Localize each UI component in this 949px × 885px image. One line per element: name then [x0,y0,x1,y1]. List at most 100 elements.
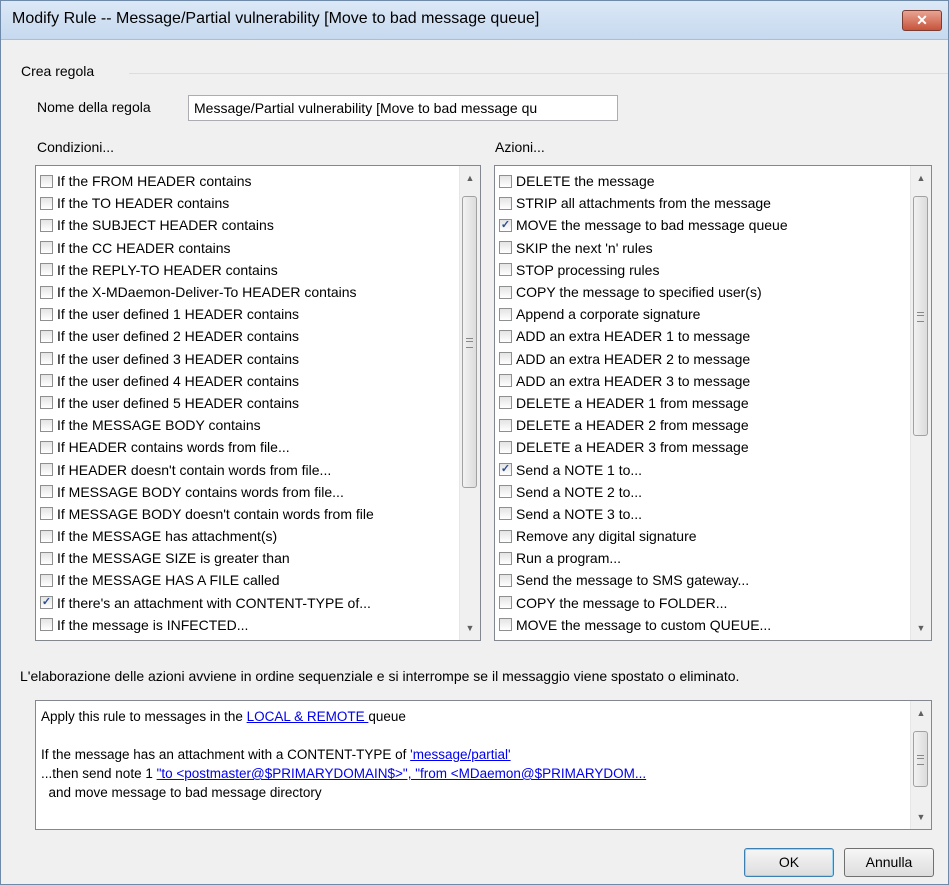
checkbox-icon[interactable] [40,307,53,321]
list-item[interactable]: DELETE a HEADER 3 from message [499,436,909,458]
list-item[interactable]: Send a NOTE 2 to... [499,481,909,503]
list-item[interactable]: ✓ If there's an attachment with CONTENT-T… [40,592,458,614]
list-item[interactable]: Append a corporate signature [499,303,909,325]
checkbox-icon[interactable] [499,551,512,565]
actions-scrollbar[interactable]: ▲ ▼ [910,166,931,640]
checkbox-icon[interactable] [40,618,53,632]
checkbox-icon[interactable] [40,573,53,587]
list-item[interactable]: If the TO HEADER contains [40,192,458,214]
checkbox-icon[interactable] [40,329,53,343]
list-item[interactable]: SKIP the next 'n' rules [499,237,909,259]
list-item[interactable]: DELETE a HEADER 1 from message [499,392,909,414]
scroll-up-icon[interactable]: ▲ [911,168,931,188]
list-item[interactable]: If the user defined 4 HEADER contains [40,370,458,392]
list-item[interactable]: STOP processing rules [499,259,909,281]
checkbox-icon[interactable] [499,618,512,632]
list-item[interactable]: If the user defined 1 HEADER contains [40,303,458,325]
list-item[interactable]: If the user defined 5 HEADER contains [40,392,458,414]
list-item[interactable]: If the CC HEADER contains [40,237,458,259]
list-item[interactable]: Send a NOTE 3 to... [499,503,909,525]
list-item[interactable]: DELETE a HEADER 2 from message [499,414,909,436]
checkbox-icon[interactable] [40,218,53,232]
list-item[interactable]: MOVE the message to custom QUEUE... [499,614,909,636]
scroll-down-icon[interactable]: ▼ [911,618,931,638]
list-item[interactable]: If the MESSAGE BODY contains [40,414,458,436]
scroll-thumb[interactable] [913,196,928,436]
checkbox-icon[interactable] [499,352,512,366]
checkbox-icon[interactable] [499,396,512,410]
content-type-link[interactable]: 'message/partial' [410,747,510,762]
rule-name-input[interactable] [188,95,618,121]
checkbox-checked-icon[interactable]: ✓ [499,463,512,477]
list-item[interactable]: ✓ Send a NOTE 1 to... [499,458,909,480]
actions-list[interactable]: DELETE the message STRIP all attachments … [494,165,932,641]
cancel-button[interactable]: Annulla [844,848,934,877]
list-item[interactable]: If MESSAGE BODY contains words from file… [40,481,458,503]
checkbox-icon[interactable] [499,596,512,610]
list-item[interactable]: ✓ MOVE the message to bad message queue [499,214,909,236]
scroll-thumb[interactable] [913,731,928,787]
checkbox-icon[interactable] [40,529,53,543]
list-item[interactable]: If the REPLY-TO HEADER contains [40,259,458,281]
checkbox-icon[interactable] [499,174,512,188]
list-item[interactable]: If the message is INFECTED... [40,614,458,636]
scroll-thumb[interactable] [462,196,477,488]
description-scrollbar[interactable]: ▲ ▼ [910,701,931,829]
checkbox-icon[interactable] [40,418,53,432]
note-link[interactable]: "to <postmaster@$PRIMARYDOMAIN$>", "from… [157,766,647,781]
list-item[interactable]: COPY the message to specified user(s) [499,281,909,303]
checkbox-icon[interactable] [499,440,512,454]
scroll-down-icon[interactable]: ▼ [911,807,931,827]
checkbox-icon[interactable] [40,285,53,299]
checkbox-icon[interactable] [40,507,53,521]
checkbox-icon[interactable] [499,529,512,543]
checkbox-icon[interactable] [499,329,512,343]
list-item[interactable]: If the SUBJECT HEADER contains [40,214,458,236]
conditions-list[interactable]: If the FROM HEADER contains If the TO HEA… [35,165,481,641]
checkbox-icon[interactable] [40,241,53,255]
list-item[interactable]: If the user defined 2 HEADER contains [40,325,458,347]
list-item[interactable]: DELETE the message [499,170,909,192]
checkbox-icon[interactable] [499,241,512,255]
list-item[interactable]: If the MESSAGE SIZE is greater than [40,547,458,569]
checkbox-icon[interactable] [499,507,512,521]
list-item[interactable]: STRIP all attachments from the message [499,192,909,214]
checkbox-checked-icon[interactable]: ✓ [499,218,512,232]
queue-link[interactable]: LOCAL & REMOTE [247,709,369,724]
checkbox-icon[interactable] [40,396,53,410]
checkbox-icon[interactable] [40,551,53,565]
list-item[interactable]: ADD an extra HEADER 3 to message [499,370,909,392]
ok-button[interactable]: OK [744,848,834,877]
list-item[interactable]: ADD an extra HEADER 2 to message [499,348,909,370]
list-item[interactable]: ADD an extra HEADER 1 to message [499,325,909,347]
scroll-down-icon[interactable]: ▼ [460,618,480,638]
checkbox-icon[interactable] [499,285,512,299]
list-item[interactable]: If MESSAGE BODY doesn't contain words fr… [40,503,458,525]
list-item[interactable]: Send the message to SMS gateway... [499,569,909,591]
checkbox-icon[interactable] [40,196,53,210]
list-item[interactable]: If the MESSAGE HAS A FILE called [40,569,458,591]
checkbox-icon[interactable] [499,418,512,432]
checkbox-icon[interactable] [40,374,53,388]
checkbox-icon[interactable] [40,263,53,277]
checkbox-icon[interactable] [40,463,53,477]
scroll-up-icon[interactable]: ▲ [911,703,931,723]
scroll-up-icon[interactable]: ▲ [460,168,480,188]
close-button[interactable]: ✕ [902,10,942,31]
list-item[interactable]: If the user defined 3 HEADER contains [40,348,458,370]
list-item[interactable]: Remove any digital signature [499,525,909,547]
list-item[interactable]: If the MESSAGE has attachment(s) [40,525,458,547]
checkbox-icon[interactable] [499,263,512,277]
conditions-scrollbar[interactable]: ▲ ▼ [459,166,480,640]
checkbox-checked-icon[interactable]: ✓ [40,596,53,610]
checkbox-icon[interactable] [40,440,53,454]
checkbox-icon[interactable] [499,196,512,210]
checkbox-icon[interactable] [499,374,512,388]
list-item[interactable]: If HEADER contains words from file... [40,436,458,458]
list-item[interactable]: Run a program... [499,547,909,569]
checkbox-icon[interactable] [40,485,53,499]
checkbox-icon[interactable] [499,485,512,499]
checkbox-icon[interactable] [499,573,512,587]
list-item[interactable]: If the FROM HEADER contains [40,170,458,192]
checkbox-icon[interactable] [499,307,512,321]
